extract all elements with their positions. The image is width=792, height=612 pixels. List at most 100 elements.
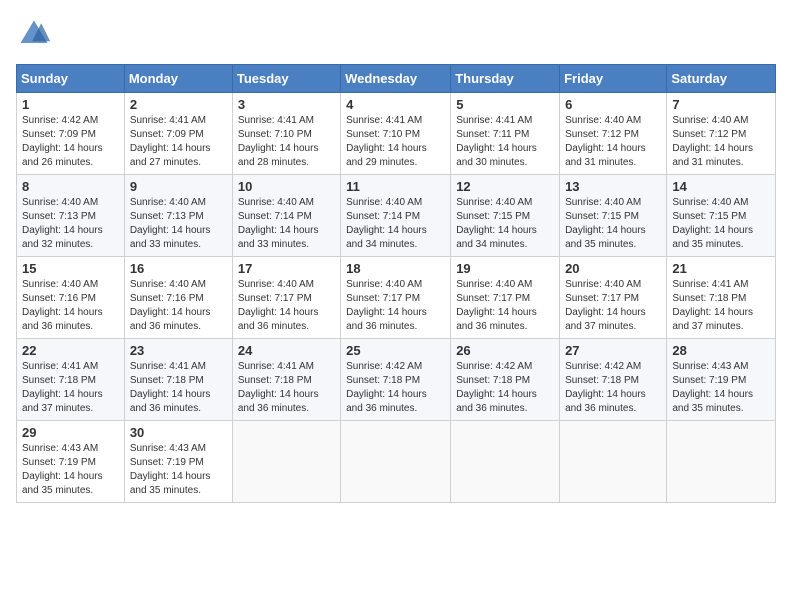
day-number: 3: [238, 97, 335, 112]
calendar-cell: 26 Sunrise: 4:42 AM Sunset: 7:18 PM Dayli…: [451, 339, 560, 421]
day-info: Sunrise: 4:43 AM Sunset: 7:19 PM Dayligh…: [22, 442, 119, 498]
calendar-cell: 2 Sunrise: 4:41 AM Sunset: 7:09 PM Daylig…: [124, 93, 232, 175]
calendar-cell: 11 Sunrise: 4:40 AM Sunset: 7:14 PM Dayli…: [341, 175, 451, 257]
day-info: Sunrise: 4:40 AM Sunset: 7:15 PM Dayligh…: [456, 196, 554, 252]
day-number: 7: [672, 97, 770, 112]
calendar-cell: [341, 421, 451, 503]
day-number: 15: [22, 261, 119, 276]
calendar-cell: 30 Sunrise: 4:43 AM Sunset: 7:19 PM Dayli…: [124, 421, 232, 503]
day-number: 5: [456, 97, 554, 112]
day-info: Sunrise: 4:40 AM Sunset: 7:15 PM Dayligh…: [565, 196, 661, 252]
calendar-cell: 13 Sunrise: 4:40 AM Sunset: 7:15 PM Dayli…: [560, 175, 667, 257]
page-header: [16, 16, 776, 52]
calendar-cell: [232, 421, 340, 503]
day-number: 25: [346, 343, 445, 358]
day-info: Sunrise: 4:40 AM Sunset: 7:16 PM Dayligh…: [130, 278, 227, 334]
day-of-week-header: Friday: [560, 65, 667, 93]
day-number: 26: [456, 343, 554, 358]
day-info: Sunrise: 4:42 AM Sunset: 7:09 PM Dayligh…: [22, 114, 119, 170]
day-number: 30: [130, 425, 227, 440]
day-info: Sunrise: 4:40 AM Sunset: 7:17 PM Dayligh…: [346, 278, 445, 334]
calendar-cell: 16 Sunrise: 4:40 AM Sunset: 7:16 PM Dayli…: [124, 257, 232, 339]
calendar-cell: 3 Sunrise: 4:41 AM Sunset: 7:10 PM Daylig…: [232, 93, 340, 175]
day-number: 10: [238, 179, 335, 194]
day-of-week-header: Thursday: [451, 65, 560, 93]
calendar-cell: 10 Sunrise: 4:40 AM Sunset: 7:14 PM Dayli…: [232, 175, 340, 257]
calendar-cell: 15Sunrise: 4:40 AM Sunset: 7:16 PM Dayli…: [17, 257, 125, 339]
calendar-cell: 29 Sunrise: 4:43 AM Sunset: 7:19 PM Dayli…: [17, 421, 125, 503]
day-info: Sunrise: 4:42 AM Sunset: 7:18 PM Dayligh…: [456, 360, 554, 416]
day-number: 20: [565, 261, 661, 276]
day-number: 16: [130, 261, 227, 276]
calendar-cell: 6Sunrise: 4:40 AM Sunset: 7:12 PM Daylig…: [560, 93, 667, 175]
day-number: 22: [22, 343, 119, 358]
day-info: Sunrise: 4:41 AM Sunset: 7:18 PM Dayligh…: [672, 278, 770, 334]
calendar-cell: 23Sunrise: 4:41 AM Sunset: 7:18 PM Dayli…: [124, 339, 232, 421]
day-info: Sunrise: 4:42 AM Sunset: 7:18 PM Dayligh…: [565, 360, 661, 416]
calendar-cell: 25 Sunrise: 4:42 AM Sunset: 7:18 PM Dayli…: [341, 339, 451, 421]
calendar-cell: 14 Sunrise: 4:40 AM Sunset: 7:15 PM Dayli…: [667, 175, 776, 257]
calendar-cell: 17 Sunrise: 4:40 AM Sunset: 7:17 PM Dayli…: [232, 257, 340, 339]
day-info: Sunrise: 4:40 AM Sunset: 7:17 PM Dayligh…: [565, 278, 661, 334]
day-number: 28: [672, 343, 770, 358]
calendar-cell: 19Sunrise: 4:40 AM Sunset: 7:17 PM Dayli…: [451, 257, 560, 339]
day-info: Sunrise: 4:40 AM Sunset: 7:13 PM Dayligh…: [22, 196, 119, 252]
day-number: 19: [456, 261, 554, 276]
day-of-week-header: Tuesday: [232, 65, 340, 93]
day-info: Sunrise: 4:41 AM Sunset: 7:18 PM Dayligh…: [238, 360, 335, 416]
calendar-cell: 18 Sunrise: 4:40 AM Sunset: 7:17 PM Dayli…: [341, 257, 451, 339]
day-number: 4: [346, 97, 445, 112]
day-number: 23: [130, 343, 227, 358]
day-number: 18: [346, 261, 445, 276]
calendar-week-row: 29 Sunrise: 4:43 AM Sunset: 7:19 PM Dayli…: [17, 421, 776, 503]
calendar-week-row: 1 Sunrise: 4:42 AM Sunset: 7:09 PM Daylig…: [17, 93, 776, 175]
day-info: Sunrise: 4:41 AM Sunset: 7:11 PM Dayligh…: [456, 114, 554, 170]
calendar-cell: 5 Sunrise: 4:41 AM Sunset: 7:11 PM Daylig…: [451, 93, 560, 175]
day-number: 8: [22, 179, 119, 194]
day-number: 12: [456, 179, 554, 194]
day-number: 13: [565, 179, 661, 194]
calendar-cell: 8 Sunrise: 4:40 AM Sunset: 7:13 PM Daylig…: [17, 175, 125, 257]
day-number: 29: [22, 425, 119, 440]
day-number: 9: [130, 179, 227, 194]
day-number: 2: [130, 97, 227, 112]
day-info: Sunrise: 4:40 AM Sunset: 7:17 PM Dayligh…: [238, 278, 335, 334]
day-info: Sunrise: 4:43 AM Sunset: 7:19 PM Dayligh…: [672, 360, 770, 416]
calendar-cell: 27 Sunrise: 4:42 AM Sunset: 7:18 PM Dayli…: [560, 339, 667, 421]
day-number: 6: [565, 97, 661, 112]
logo-icon: [16, 16, 52, 52]
day-number: 17: [238, 261, 335, 276]
calendar-cell: 24 Sunrise: 4:41 AM Sunset: 7:18 PM Dayli…: [232, 339, 340, 421]
calendar-cell: 12 Sunrise: 4:40 AM Sunset: 7:15 PM Dayli…: [451, 175, 560, 257]
day-number: 14: [672, 179, 770, 194]
calendar-cell: [667, 421, 776, 503]
day-of-week-header: Monday: [124, 65, 232, 93]
day-info: Sunrise: 4:40 AM Sunset: 7:14 PM Dayligh…: [346, 196, 445, 252]
calendar-week-row: 22 Sunrise: 4:41 AM Sunset: 7:18 PM Dayli…: [17, 339, 776, 421]
calendar-cell: 22 Sunrise: 4:41 AM Sunset: 7:18 PM Dayli…: [17, 339, 125, 421]
logo: [16, 16, 58, 52]
day-info: Sunrise: 4:41 AM Sunset: 7:09 PM Dayligh…: [130, 114, 227, 170]
day-number: 27: [565, 343, 661, 358]
calendar-cell: [560, 421, 667, 503]
day-info: Sunrise: 4:40 AM Sunset: 7:12 PM Dayligh…: [672, 114, 770, 170]
day-of-week-header: Saturday: [667, 65, 776, 93]
calendar-header-row: SundayMondayTuesdayWednesdayThursdayFrid…: [17, 65, 776, 93]
calendar-cell: [451, 421, 560, 503]
day-info: Sunrise: 4:40 AM Sunset: 7:14 PM Dayligh…: [238, 196, 335, 252]
day-info: Sunrise: 4:42 AM Sunset: 7:18 PM Dayligh…: [346, 360, 445, 416]
calendar-table: SundayMondayTuesdayWednesdayThursdayFrid…: [16, 64, 776, 503]
calendar-cell: 7 Sunrise: 4:40 AM Sunset: 7:12 PM Daylig…: [667, 93, 776, 175]
day-info: Sunrise: 4:41 AM Sunset: 7:18 PM Dayligh…: [22, 360, 119, 416]
day-number: 24: [238, 343, 335, 358]
calendar-cell: 9Sunrise: 4:40 AM Sunset: 7:13 PM Daylig…: [124, 175, 232, 257]
day-number: 1: [22, 97, 119, 112]
day-number: 11: [346, 179, 445, 194]
day-info: Sunrise: 4:41 AM Sunset: 7:10 PM Dayligh…: [238, 114, 335, 170]
day-info: Sunrise: 4:41 AM Sunset: 7:10 PM Dayligh…: [346, 114, 445, 170]
day-info: Sunrise: 4:43 AM Sunset: 7:19 PM Dayligh…: [130, 442, 227, 498]
calendar-cell: 28 Sunrise: 4:43 AM Sunset: 7:19 PM Dayli…: [667, 339, 776, 421]
day-of-week-header: Sunday: [17, 65, 125, 93]
calendar-cell: 21Sunrise: 4:41 AM Sunset: 7:18 PM Dayli…: [667, 257, 776, 339]
day-info: Sunrise: 4:40 AM Sunset: 7:15 PM Dayligh…: [672, 196, 770, 252]
